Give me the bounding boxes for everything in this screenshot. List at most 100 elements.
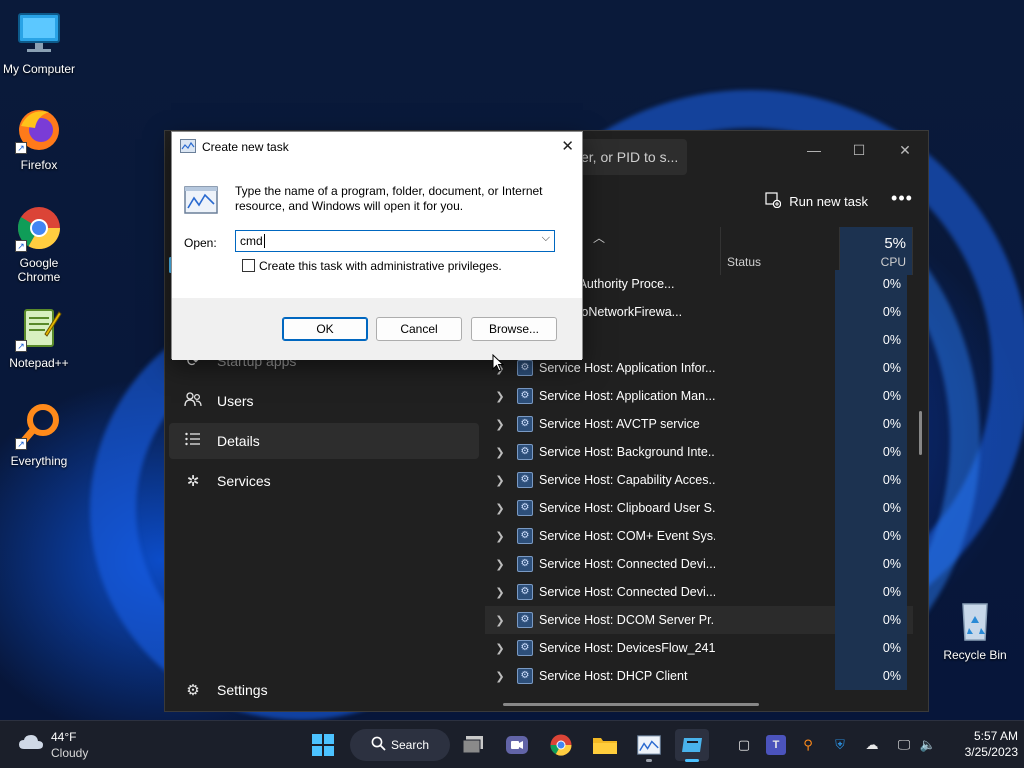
tray-app-icon[interactable]: ▢ xyxy=(734,735,754,755)
expand-chevron-icon[interactable]: ❯ xyxy=(489,474,511,487)
expand-chevron-icon[interactable]: ❯ xyxy=(489,390,511,403)
taskbar-run-dialog-icon[interactable] xyxy=(675,729,709,762)
table-row[interactable]: ❯ ⚙ Service Host: Clipboard User S... 0% xyxy=(485,494,913,522)
desktop-icon-notepadpp[interactable]: ↗ Notepad++ xyxy=(1,304,77,370)
taskbar-search-button[interactable]: Search xyxy=(350,729,450,761)
expand-chevron-icon[interactable]: ❯ xyxy=(489,558,511,571)
sort-arrow-icon[interactable]: ︿ xyxy=(593,229,605,246)
teams-chat-icon[interactable] xyxy=(500,729,534,761)
table-row[interactable]: ❯ ⚙ Service Host: COM+ Event Sys... 0% xyxy=(485,522,913,550)
expand-chevron-icon[interactable]: ❯ xyxy=(489,642,511,655)
process-name: Service Host: Connected Devi... xyxy=(539,557,715,571)
expand-chevron-icon[interactable]: ❯ xyxy=(489,502,511,515)
column-header-cpu[interactable]: 5% CPU xyxy=(840,227,913,275)
weather-temp: 44°F xyxy=(51,730,77,744)
open-combobox[interactable]: cmd ⌵ xyxy=(235,230,555,252)
table-row[interactable]: ❯ ⚙ Service Host: Connected Devi... 0% xyxy=(485,578,913,606)
open-label: Open: xyxy=(184,236,217,250)
expand-chevron-icon[interactable]: ❯ xyxy=(489,614,511,627)
desktop-icon-everything[interactable]: ↗ Everything xyxy=(1,402,77,468)
process-icon: ⚙ xyxy=(517,388,533,404)
taskbar: 44°F Cloudy Search ▢ T ⚲ ⛨ ☁ 🖵 🔈 5:57 AM… xyxy=(0,720,1024,768)
run-new-task-label: Run new task xyxy=(789,193,868,209)
browse-button[interactable]: Browse... xyxy=(471,317,557,341)
table-row[interactable]: ❯ ⚙ Service Host: DevicesFlow_241... 0% xyxy=(485,634,913,662)
process-cpu: 0% xyxy=(835,662,907,690)
everything-tray-icon[interactable]: ⚲ xyxy=(798,735,818,755)
shortcut-arrow-icon: ↗ xyxy=(15,240,27,252)
admin-checkbox[interactable] xyxy=(242,259,255,272)
weather-desc: Cloudy xyxy=(51,746,89,760)
desktop-icon-label: Recycle Bin xyxy=(943,648,1007,662)
process-cpu: 0% xyxy=(835,634,907,662)
clock[interactable]: 5:57 AM 3/25/2023 xyxy=(946,729,1018,759)
onedrive-cloud-icon[interactable]: ☁ xyxy=(862,735,882,755)
open-input[interactable]: cmd xyxy=(240,234,263,248)
security-shield-icon[interactable]: ⛨ xyxy=(830,735,850,755)
search-icon xyxy=(371,736,386,754)
volume-icon[interactable]: 🔈 xyxy=(918,735,938,755)
process-name: Service Host: AVCTP service xyxy=(539,417,700,431)
table-row[interactable]: ❯ ⚙ Service Host: Background Inte... 0% xyxy=(485,438,913,466)
run-new-task-icon xyxy=(765,191,782,211)
table-row[interactable]: ❯ ⚙ Service Host: Connected Devi... 0% xyxy=(485,550,913,578)
column-header-status[interactable]: Status xyxy=(720,227,840,275)
weather-widget[interactable]: 44°F Cloudy xyxy=(14,729,124,761)
chevron-down-icon[interactable]: ⌵ xyxy=(542,232,550,245)
table-row[interactable]: ❯ ⚙ Service Host: AVCTP service 0% xyxy=(485,410,913,438)
start-button[interactable] xyxy=(306,729,340,761)
expand-chevron-icon[interactable]: ❯ xyxy=(489,446,511,459)
table-row[interactable]: ❯ ⚙ Service Host: Capability Acces... 0% xyxy=(485,466,913,494)
more-options-icon[interactable]: ••• xyxy=(888,189,916,213)
maximize-icon[interactable]: ☐ xyxy=(836,135,882,165)
taskbar-task-manager-icon[interactable] xyxy=(632,729,666,762)
nav-item-details[interactable]: Details xyxy=(169,423,479,459)
process-cpu: 0% xyxy=(835,354,907,382)
cancel-button[interactable]: Cancel xyxy=(376,317,462,341)
dialog-close-icon[interactable]: ✕ xyxy=(561,137,574,155)
settings-icon: ⚙ xyxy=(186,682,200,699)
monitor-icon xyxy=(15,10,63,58)
process-name: Service Host: Connected Devi... xyxy=(539,585,715,599)
task-view-icon[interactable] xyxy=(457,729,491,761)
teams-tray-icon[interactable]: T xyxy=(766,735,786,755)
minimize-icon[interactable]: — xyxy=(791,135,837,165)
nav-item-settings[interactable]: ⚙ Settings xyxy=(169,672,479,708)
nav-item-services[interactable]: ✲ Services xyxy=(169,463,479,499)
close-icon[interactable]: ✕ xyxy=(882,135,928,165)
table-row[interactable]: ❯ ⚙ Service Host: DCOM Server Pr... 0% xyxy=(485,606,913,634)
vertical-scrollbar[interactable] xyxy=(919,411,922,455)
services-icon: ✲ xyxy=(186,473,200,490)
expand-chevron-icon[interactable]: ❯ xyxy=(489,670,511,683)
desktop-icon-my-computer[interactable]: My Computer xyxy=(1,10,77,76)
nav-item-users[interactable]: Users xyxy=(169,383,479,419)
process-icon: ⚙ xyxy=(517,528,533,544)
nav-item-label: Users xyxy=(217,393,254,409)
dialog-titlebar: Create new task ✕ xyxy=(172,132,582,162)
table-row[interactable]: ❯ ⚙ Service Host: DHCP Client 0% xyxy=(485,662,913,690)
cpu-total-value: 5% xyxy=(884,235,906,252)
admin-checkbox-label[interactable]: Create this task with administrative pri… xyxy=(259,259,502,273)
expand-chevron-icon[interactable]: ❯ xyxy=(489,586,511,599)
ok-button[interactable]: OK xyxy=(282,317,368,341)
process-name: Service Host: Application Infor... xyxy=(539,361,715,375)
desktop-icon-chrome[interactable]: ↗ Google Chrome xyxy=(1,204,77,284)
shortcut-arrow-icon: ↗ xyxy=(15,142,27,154)
taskbar-chrome-icon[interactable] xyxy=(544,729,578,761)
desktop-icon-recycle-bin[interactable]: Recycle Bin xyxy=(937,596,1013,662)
process-cpu: 0% xyxy=(835,270,907,298)
expand-chevron-icon[interactable]: ❯ xyxy=(489,418,511,431)
desktop-icon-firefox[interactable]: ↗ Firefox xyxy=(1,106,77,172)
horizontal-scrollbar[interactable] xyxy=(503,703,759,706)
nav-item-label: Services xyxy=(217,473,271,489)
process-search-input[interactable]: er, or PID to s... xyxy=(575,139,687,175)
network-icon[interactable]: 🖵 xyxy=(894,735,914,755)
dialog-body: Type the name of a program, folder, docu… xyxy=(172,162,582,298)
process-cpu: 0% xyxy=(835,522,907,550)
process-name: Service Host: DevicesFlow_241... xyxy=(539,641,715,655)
desktop-icon-label: Google Chrome xyxy=(17,256,61,284)
run-new-task-button[interactable]: Run new task xyxy=(765,189,868,213)
expand-chevron-icon[interactable]: ❯ xyxy=(489,530,511,543)
file-explorer-icon[interactable] xyxy=(588,729,622,761)
table-row[interactable]: ❯ ⚙ Service Host: Application Man... 0% xyxy=(485,382,913,410)
